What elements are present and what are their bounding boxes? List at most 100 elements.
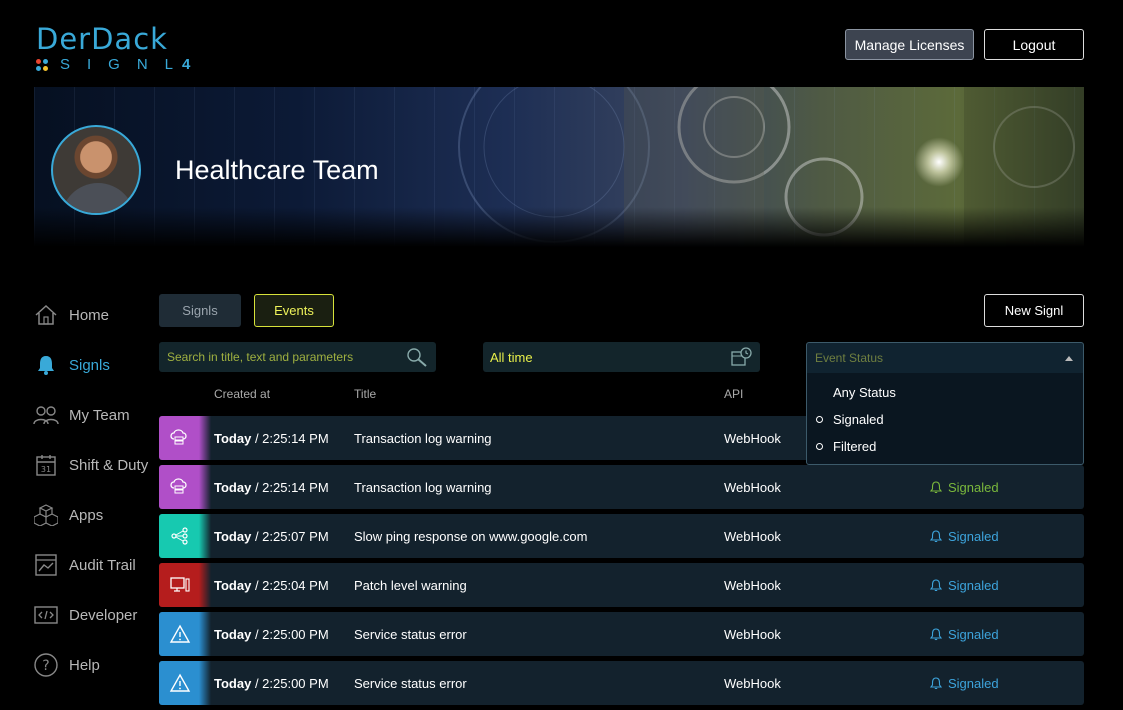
- row-api: WebHook: [724, 675, 781, 691]
- table-row[interactable]: Today / 2:25:14 PM Transaction log warni…: [159, 465, 1084, 509]
- sidebar-item-label: Apps: [69, 506, 104, 524]
- logo-number: 4: [182, 56, 191, 73]
- sidebar-item-label: Shift & Duty: [69, 456, 149, 474]
- table-row[interactable]: Today / 2:25:00 PM Service status error …: [159, 661, 1084, 705]
- status-option-label: Signaled: [833, 412, 884, 427]
- sidebar-item-shift-duty[interactable]: 31 Shift & Duty: [33, 440, 153, 490]
- row-title: Slow ping response on www.google.com: [354, 528, 588, 544]
- event-status-select[interactable]: Event Status: [806, 342, 1084, 374]
- row-title: Service status error: [354, 626, 467, 642]
- manage-licenses-button[interactable]: Manage Licenses: [845, 29, 974, 60]
- logo-dots-icon: [36, 58, 48, 71]
- radio-icon: [816, 416, 823, 423]
- svg-text:31: 31: [41, 465, 51, 474]
- bell-icon: [930, 676, 942, 689]
- sidebar-item-audit-trail[interactable]: Audit Trail: [33, 540, 153, 590]
- row-api: WebHook: [724, 626, 781, 642]
- team-icon: [33, 402, 59, 428]
- caret-up-icon: [1065, 356, 1073, 361]
- sidebar-item-label: Audit Trail: [69, 556, 136, 574]
- row-title: Service status error: [354, 675, 467, 691]
- bell-icon: [930, 529, 942, 542]
- warning-icon: [159, 661, 211, 705]
- row-status: Signaled: [930, 627, 999, 642]
- table-row[interactable]: Today / 2:25:00 PM Service status error …: [159, 612, 1084, 656]
- team-avatar: [51, 125, 141, 215]
- status-option-label: Filtered: [833, 439, 877, 454]
- network-icon: [159, 514, 211, 558]
- row-day: Today: [214, 479, 252, 495]
- apps-icon: [33, 502, 59, 528]
- status-option-label: Any Status: [833, 385, 896, 400]
- column-header-title[interactable]: Title: [354, 387, 376, 401]
- warning-icon: [159, 612, 211, 656]
- status-option-any[interactable]: Any Status: [807, 379, 1083, 406]
- sidebar-item-label: Help: [69, 656, 100, 674]
- row-status: Signaled: [930, 529, 999, 544]
- logo-subtitle: SIGNL: [60, 56, 191, 73]
- sidebar-item-label: Developer: [69, 606, 138, 624]
- sidebar-item-apps[interactable]: Apps: [33, 490, 153, 540]
- row-api: WebHook: [724, 577, 781, 593]
- sidebar-item-label: Signls: [69, 356, 110, 374]
- bell-icon: [930, 480, 942, 493]
- logo-wordmark: DerDack: [36, 22, 168, 56]
- help-icon: ?: [33, 652, 59, 678]
- code-icon: [33, 602, 59, 628]
- tab-signls[interactable]: Signls: [159, 294, 241, 327]
- audit-icon: [33, 552, 59, 578]
- search-input[interactable]: [167, 350, 402, 364]
- row-api: WebHook: [724, 479, 781, 495]
- time-range-select[interactable]: All time: [483, 342, 760, 372]
- status-option-signaled[interactable]: Signaled: [807, 406, 1083, 433]
- radio-icon: [816, 389, 823, 396]
- sidebar-item-help[interactable]: ? Help: [33, 640, 153, 690]
- sidebar-nav: Home Signls My Team 31 Shift & Duty Apps…: [33, 290, 153, 690]
- event-status-placeholder: Event Status: [815, 351, 884, 365]
- radio-icon: [816, 443, 823, 450]
- search-box: [159, 342, 436, 372]
- cloud-server-icon: [159, 416, 211, 460]
- table-row[interactable]: Today / 2:25:07 PM Slow ping response on…: [159, 514, 1084, 558]
- row-status: Signaled: [930, 578, 999, 593]
- derdack-logo: DerDack SIGNL 4: [36, 24, 236, 74]
- sidebar-item-home[interactable]: Home: [33, 290, 153, 340]
- row-time: / 2:25:14 PM: [251, 479, 329, 495]
- team-name: Healthcare Team: [175, 155, 379, 185]
- table-row[interactable]: Today / 2:25:04 PM Patch level warning W…: [159, 563, 1084, 607]
- row-day: Today: [214, 577, 252, 593]
- row-status-label: Signaled: [948, 675, 999, 691]
- row-status: Signaled: [930, 676, 999, 691]
- new-signl-button[interactable]: New Signl: [984, 294, 1084, 327]
- time-range-value: All time: [490, 349, 533, 365]
- row-time: / 2:25:00 PM: [251, 675, 329, 691]
- row-time: / 2:25:00 PM: [251, 626, 329, 642]
- row-status-label: Signaled: [948, 626, 999, 642]
- search-icon[interactable]: [406, 347, 428, 372]
- row-status-label: Signaled: [948, 479, 999, 495]
- event-status-dropdown: Any Status Signaled Filtered: [806, 373, 1084, 465]
- sidebar-item-signls[interactable]: Signls: [33, 340, 153, 390]
- home-icon: [33, 302, 59, 328]
- row-day: Today: [214, 626, 252, 642]
- bell-icon: [930, 627, 942, 640]
- sidebar-item-my-team[interactable]: My Team: [33, 390, 153, 440]
- column-header-created[interactable]: Created at: [214, 387, 270, 401]
- cloud-server-icon: [159, 465, 211, 509]
- status-option-filtered[interactable]: Filtered: [807, 433, 1083, 460]
- row-day: Today: [214, 430, 252, 446]
- row-time: / 2:25:07 PM: [251, 528, 329, 544]
- row-api: WebHook: [724, 430, 781, 446]
- row-day: Today: [214, 528, 252, 544]
- calendar-icon: 31: [33, 452, 59, 478]
- bell-icon: [33, 352, 59, 378]
- tab-events[interactable]: Events: [254, 294, 334, 327]
- column-header-api[interactable]: API: [724, 387, 743, 401]
- row-title: Transaction log warning: [354, 479, 492, 495]
- sidebar-item-label: My Team: [69, 406, 130, 424]
- row-api: WebHook: [724, 528, 781, 544]
- row-title: Patch level warning: [354, 577, 467, 593]
- sidebar-item-developer[interactable]: Developer: [33, 590, 153, 640]
- logout-button[interactable]: Logout: [984, 29, 1084, 60]
- row-time: / 2:25:04 PM: [251, 577, 329, 593]
